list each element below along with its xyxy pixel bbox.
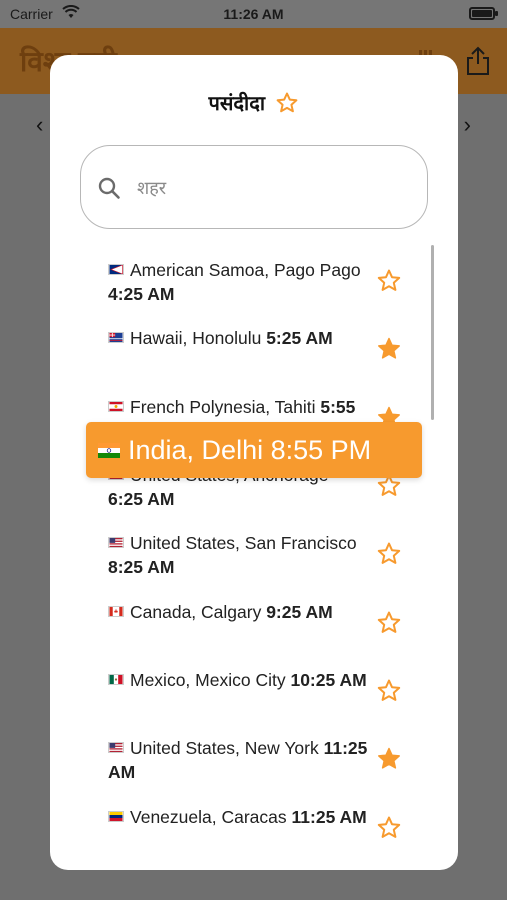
city-time: 10:25 AM [290, 670, 367, 690]
city-row[interactable]: United States, New York 11:25 AM [50, 732, 458, 800]
city-row[interactable]: United States, San Francisco 8:25 AM [50, 527, 458, 595]
city-location: United States, New York [130, 738, 319, 758]
hawaii-flag-icon [108, 332, 124, 343]
city-time: 9:25 AM [266, 602, 333, 622]
previous-arrow-icon[interactable]: ‹ [36, 112, 43, 138]
selected-city-toast: India, Delhi 8:55 PM [86, 422, 422, 478]
modal-title: पसंदीदा [208, 93, 266, 115]
city-location: Hawaii, Honolulu [130, 328, 262, 348]
scrollbar[interactable] [431, 245, 434, 420]
search-box[interactable] [80, 145, 428, 229]
search-icon [98, 177, 120, 199]
star-outline-icon[interactable] [376, 268, 402, 294]
city-location: Venezuela, Caracas [130, 807, 287, 827]
city-time: 11:25 AM [291, 807, 367, 827]
city-time: 6:25 AM [108, 489, 175, 509]
american-samoa-flag-icon [108, 264, 124, 275]
city-time: 8:25 AM [108, 557, 175, 577]
canada-flag-icon [108, 606, 124, 617]
modal-header: पसंदीदा [50, 89, 458, 121]
star-outline-icon[interactable] [376, 541, 402, 567]
city-location: French Polynesia, Tahiti [130, 397, 316, 417]
star-outline-icon [277, 92, 298, 112]
status-time: 11:26 AM [223, 6, 284, 22]
status-bar: Carrier 11:26 AM [0, 0, 507, 28]
city-row-text: Hawaii, Honolulu 5:25 AM [108, 326, 368, 350]
city-row-text: American Samoa, Pago Pago 4:25 AM [108, 258, 368, 306]
city-row-text: United States, New York 11:25 AM [108, 736, 368, 784]
city-row-text: United States, San Francisco 8:25 AM [108, 531, 368, 579]
city-location: Mexico, Mexico City [130, 670, 286, 690]
star-outline-icon[interactable] [376, 678, 402, 704]
city-row-text: Mexico, Mexico City 10:25 AM [108, 668, 368, 692]
next-arrow-icon[interactable]: › [464, 112, 471, 138]
star-filled-icon[interactable] [376, 746, 402, 772]
star-outline-icon[interactable] [376, 815, 402, 841]
star-outline-icon[interactable] [376, 610, 402, 636]
city-row[interactable]: Mexico, Mexico City 10:25 AM [50, 664, 458, 732]
battery-icon [469, 7, 498, 20]
city-row[interactable]: Venezuela, Caracas 11:25 AM [50, 801, 458, 869]
city-location: American Samoa, Pago Pago [130, 260, 361, 280]
usa-flag-icon [108, 537, 124, 548]
search-input[interactable] [137, 168, 407, 208]
venezuela-flag-icon [108, 811, 124, 822]
city-list[interactable]: American Samoa, Pago Pago 4:25 AM Hawaii,… [50, 250, 458, 870]
french-polynesia-flag-icon [108, 401, 124, 412]
toast-text: India, Delhi 8:55 PM [128, 435, 372, 465]
city-time: 4:25 AM [108, 284, 175, 304]
city-location: Canada, Calgary [130, 602, 262, 622]
share-icon[interactable] [465, 46, 491, 76]
city-row-text: Canada, Calgary 9:25 AM [108, 600, 368, 624]
city-time: 5:25 AM [266, 328, 333, 348]
city-row[interactable]: American Samoa, Pago Pago 4:25 AM [50, 254, 458, 322]
city-row[interactable]: Hawaii, Honolulu 5:25 AM [50, 322, 458, 390]
star-filled-icon[interactable] [376, 336, 402, 362]
mexico-flag-icon [108, 674, 124, 685]
usa-flag-icon [108, 742, 124, 753]
city-row-text: Venezuela, Caracas 11:25 AM [108, 805, 368, 829]
city-location: United States, San Francisco [130, 533, 357, 553]
india-flag-icon [98, 443, 120, 458]
city-row[interactable]: Canada, Calgary 9:25 AM [50, 596, 458, 664]
